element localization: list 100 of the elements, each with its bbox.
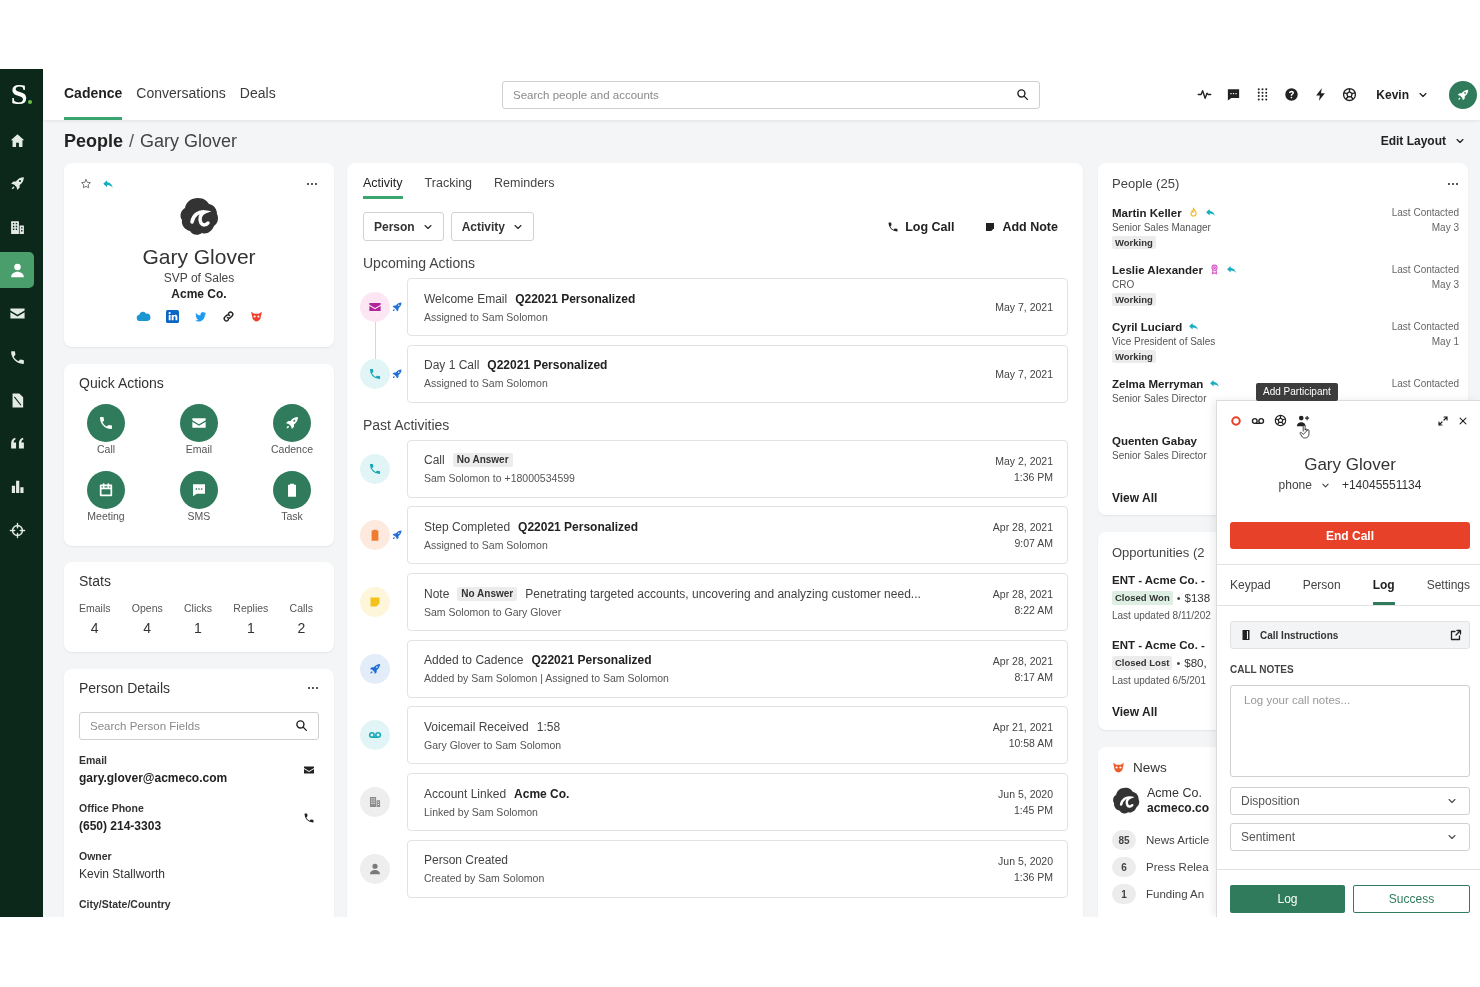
help-icon[interactable] — [1284, 87, 1300, 102]
success-button[interactable]: Success — [1353, 885, 1470, 913]
activity-tab[interactable]: Reminders — [494, 163, 555, 199]
expand-icon[interactable] — [1437, 414, 1449, 427]
quick-action-button[interactable]: Task — [265, 470, 319, 523]
phone-type-dropdown[interactable]: phone — [1278, 478, 1330, 492]
news-category[interactable]: Press Relea — [1146, 861, 1209, 873]
add-note-button[interactable]: Add Note — [984, 219, 1058, 234]
chat-icon[interactable] — [1226, 87, 1242, 102]
news-category[interactable]: News Article — [1146, 834, 1210, 846]
cloud-icon[interactable] — [135, 311, 151, 321]
breadcrumb-link[interactable]: People — [64, 130, 124, 152]
company-name[interactable]: Acme Co. — [171, 286, 227, 302]
opportunity-name[interactable]: ENT - Acme Co. - — [1112, 571, 1205, 589]
breadcrumb-current: Gary Glover — [140, 130, 238, 152]
activity-item-card[interactable]: Note No Answer Penetrating targeted accounts, uncovering and analyzing customer need... Sam Solomon to Gary Glover Apr 28, 2021 8:22 AM — [407, 573, 1068, 632]
search-field[interactable]: Search Person Fields — [79, 711, 319, 740]
search-icon[interactable] — [1016, 88, 1029, 101]
search-icon[interactable] — [295, 719, 308, 732]
status-tag: Working — [1112, 236, 1156, 249]
opportunity-name[interactable]: ENT - Acme Co. - — [1112, 636, 1205, 654]
news-category[interactable]: Funding An — [1146, 888, 1205, 900]
card-title: Opportunities (2 — [1112, 544, 1205, 562]
add-person-icon[interactable] — [1296, 413, 1310, 428]
activity-item-card[interactable]: Person Created Created by Sam Solomon Jun 5, 2020 1:36 PM — [407, 839, 1068, 898]
person-name[interactable]: Leslie Alexander — [1112, 263, 1203, 276]
call-notes-field[interactable]: Log your call notes... — [1230, 685, 1470, 777]
filter-dropdown[interactable]: Person — [363, 212, 444, 241]
last-updated-text: Last updated 8/11/202 — [1112, 609, 1211, 623]
log-button[interactable]: Log — [1230, 885, 1345, 913]
close-icon[interactable] — [1458, 415, 1468, 426]
dialer-tab[interactable]: Settings — [1426, 565, 1470, 605]
activity-item-card[interactable]: Voicemail Received 1:58 Gary Glover to Sam Solomon Apr 21, 2021 10:58 AM — [407, 706, 1068, 765]
notes-label: CALL NOTES — [1230, 663, 1294, 676]
view-all-link[interactable]: View All — [1112, 703, 1158, 721]
last-contacted-label: Last Contacted — [1391, 206, 1459, 220]
field-label: City/State/Country — [79, 897, 171, 911]
phone-icon[interactable] — [303, 811, 315, 824]
twitter-icon[interactable] — [193, 309, 207, 323]
logo-letter[interactable]: S — [10, 78, 28, 110]
sidebar-item[interactable] — [0, 252, 34, 289]
dialer-tab[interactable]: Log — [1372, 565, 1395, 605]
activity-icon[interactable] — [1197, 87, 1213, 102]
quick-action-button[interactable]: Meeting — [79, 470, 133, 523]
activity-tab[interactable]: Tracking — [424, 163, 473, 199]
quick-action-button[interactable]: Email — [172, 403, 226, 456]
record-icon[interactable] — [1230, 414, 1242, 427]
activity-item-card[interactable]: Welcome Email Q22021 Personalized Assigned to Sam Solomon May 7, 2021 — [407, 278, 1068, 336]
edit-layout-button[interactable]: Edit Layout — [1380, 134, 1465, 148]
quick-action-button[interactable]: Cadence — [265, 403, 319, 456]
quick-action-button[interactable]: Call — [79, 403, 133, 456]
dialer-tab[interactable]: Keypad — [1230, 565, 1271, 605]
nav-tab[interactable]: Conversations — [136, 69, 226, 120]
activity-item-card[interactable]: Step Completed Q22021 Personalized Assigned to Sam Solomon Apr 28, 2021 9:07 AM — [407, 506, 1068, 565]
link-icon[interactable] — [221, 309, 235, 323]
person-name[interactable]: Cyril Luciard — [1112, 320, 1183, 333]
view-all-link[interactable]: View All — [1112, 490, 1158, 506]
activity-subtitle: Sam Solomon to +18000534599 — [424, 471, 575, 486]
aperture-icon[interactable] — [1342, 87, 1358, 102]
end-call-button[interactable]: End Call — [1230, 522, 1470, 549]
activity-item-card[interactable]: Call No Answer Sam Solomon to +18000534599 May 2, 2021 1:36 PM — [407, 439, 1068, 498]
activity-tab[interactable]: Activity — [363, 163, 403, 199]
owl-icon[interactable] — [249, 309, 263, 323]
nav-tab[interactable]: Deals — [239, 69, 276, 120]
star-icon[interactable] — [80, 178, 92, 190]
last-contacted-date: May 1 — [1431, 335, 1459, 349]
launch-button[interactable] — [1449, 80, 1477, 109]
user-menu[interactable]: Kevin — [1376, 87, 1428, 102]
quick-action-button[interactable]: SMS — [172, 470, 226, 523]
aperture-icon[interactable] — [1274, 414, 1287, 427]
activity-item-card[interactable]: Day 1 Call Q22021 Personalized Assigned to Sam Solomon May 7, 2021 — [407, 344, 1068, 403]
person-name[interactable]: Martin Keller — [1112, 206, 1182, 219]
dropdown-field[interactable]: Sentiment — [1230, 823, 1470, 851]
person-name[interactable]: Zelma Merryman — [1112, 377, 1204, 390]
activity-detail[interactable]: Acme Co. — [514, 785, 570, 802]
dialer-tab[interactable]: Person — [1302, 565, 1341, 605]
filter-dropdown[interactable]: Activity — [450, 212, 535, 241]
person-name[interactable]: Quenten Gabay — [1112, 434, 1197, 447]
activity-date: May 7, 2021 — [995, 366, 1053, 382]
stat-value: 4 — [90, 619, 99, 637]
activity-detail[interactable]: Q22021 Personalized — [487, 357, 608, 374]
deal-amount: $138 — [1184, 592, 1211, 604]
dropdown-field[interactable]: Disposition — [1230, 787, 1470, 815]
clipboard-icon — [273, 470, 311, 509]
activity-detail[interactable]: Q22021 Personalized — [518, 518, 639, 535]
activity-item-card[interactable]: Account Linked Acme Co. Linked by Sam Solomon Jun 5, 2020 1:45 PM — [407, 773, 1068, 832]
call-instructions-bar[interactable]: Call Instructions — [1230, 621, 1470, 649]
building-icon — [360, 787, 390, 818]
nav-tab[interactable]: Cadence — [64, 69, 123, 120]
crosshair-icon — [8, 521, 26, 539]
activity-detail[interactable]: Q22021 Personalized — [515, 290, 636, 307]
activity-subtitle: Created by Sam Solomon — [424, 871, 545, 886]
card-title: Quick Actions — [79, 373, 164, 392]
company-domain[interactable]: acmeco.co — [1147, 801, 1210, 816]
log-call-button[interactable]: Log Call — [887, 219, 955, 234]
activity-detail[interactable]: Q22021 Personalized — [531, 652, 652, 669]
linkedin-icon[interactable] — [165, 309, 179, 323]
activity-item-card[interactable]: Added to Cadence Q22021 Personalized Added by Sam Solomon | Assigned to Sam Solomon Apr 28, 2021 8:17 AM — [407, 639, 1068, 698]
search-field[interactable]: Search people and accounts — [502, 80, 1040, 109]
caller-name: Gary Glover — [1304, 455, 1396, 475]
